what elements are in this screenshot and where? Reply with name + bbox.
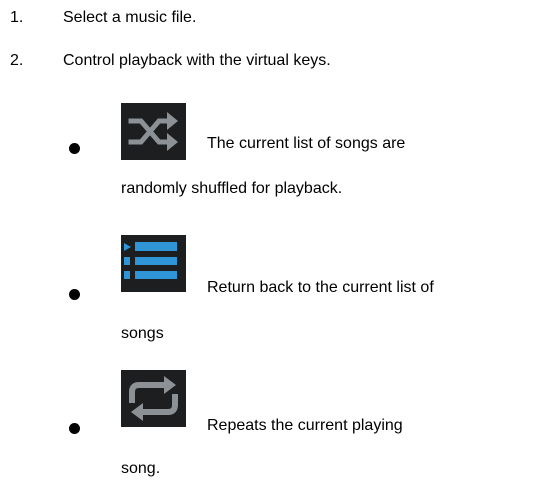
- bullet-point: [69, 143, 80, 154]
- step-1-text: Select a music file.: [63, 9, 197, 26]
- repeat-icon: [121, 370, 186, 427]
- list-icon: [121, 235, 186, 292]
- repeat-description-line2: song.: [121, 460, 161, 477]
- bullet-point: [69, 289, 80, 300]
- repeat-description-line1: Repeats the current playing: [207, 417, 403, 434]
- bullet-point: [69, 423, 80, 434]
- shuffle-description-line1: The current list of songs are: [207, 135, 406, 152]
- step-2-text: Control playback with the virtual keys.: [63, 52, 331, 69]
- shuffle-icon: [121, 103, 186, 160]
- list-description-line1: Return back to the current list of: [207, 279, 434, 296]
- step-2-number: 2.: [10, 52, 24, 69]
- list-description-line2: songs: [121, 325, 164, 342]
- shuffle-description-line2: randomly shuffled for playback.: [121, 180, 343, 197]
- step-1-number: 1.: [10, 9, 24, 26]
